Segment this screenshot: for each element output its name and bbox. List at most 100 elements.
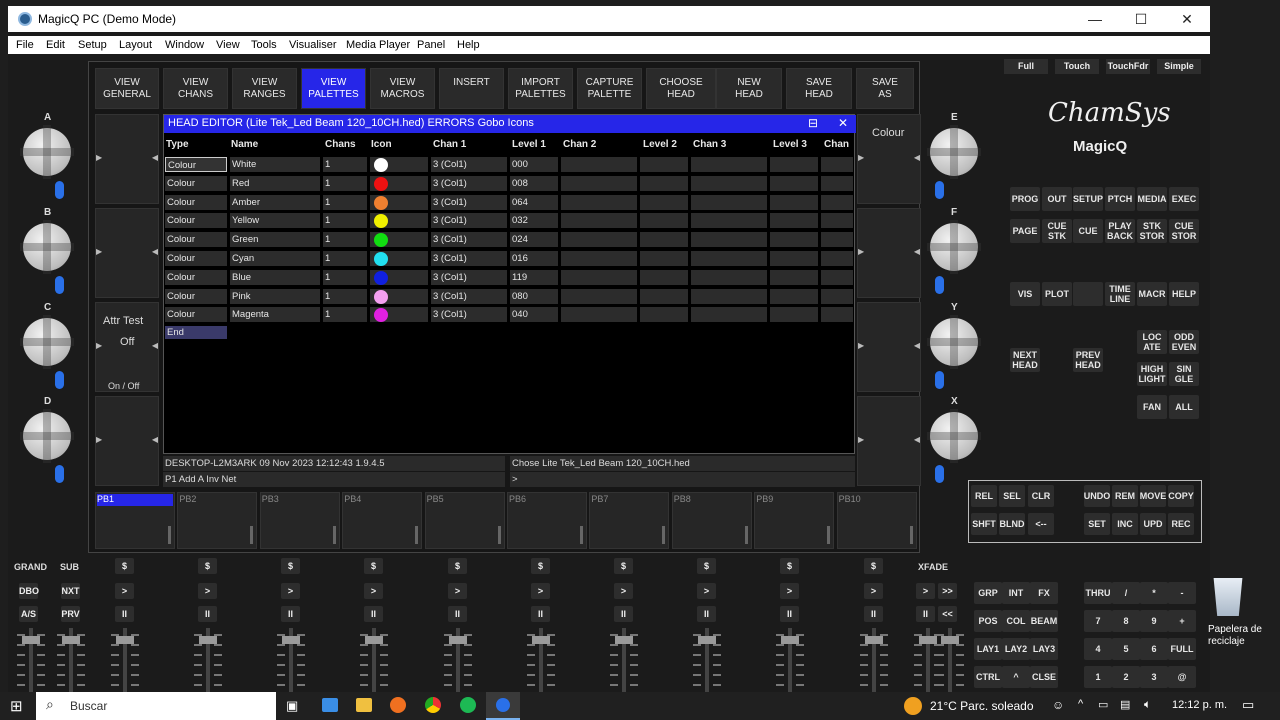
row-level2-cell[interactable] [640,288,688,304]
attribute-key[interactable]: POS [974,610,1002,632]
fader-go-button[interactable]: > [780,583,799,599]
programmer-button[interactable]: <-- [1028,513,1054,535]
row-chan1-cell[interactable]: 3 (Col1) [431,232,507,248]
dbo-button[interactable]: DBO [19,583,39,599]
row-name-cell[interactable]: Red [230,175,320,191]
row-level1-cell[interactable]: 032 [510,213,558,229]
row-chan1-cell[interactable]: 3 (Col1) [431,307,507,323]
fader-go-button[interactable]: > [448,583,467,599]
fader-cap[interactable] [941,636,959,644]
menu-tools[interactable]: Tools [251,39,277,51]
encoder-knob[interactable] [927,409,981,463]
menu-layout[interactable]: Layout [119,39,152,51]
console-button[interactable]: PLAY BACK [1105,219,1135,243]
console-button[interactable]: SIN GLE [1169,362,1199,386]
console-button[interactable]: CUE STOR [1169,219,1199,243]
close-editor-icon[interactable]: ✕ [838,116,848,130]
row-type-cell[interactable]: Colour [165,288,227,304]
recycle-bin-icon[interactable] [1213,578,1243,616]
view-general-button[interactable]: VIEW GENERAL [95,68,159,109]
row-chans-cell[interactable]: 1 [323,175,367,191]
row-level1-cell[interactable]: 000 [510,157,558,172]
col-chan2[interactable]: Chan 2 [563,139,596,150]
console-button[interactable]: PAGE [1010,219,1040,243]
row-chans-cell[interactable]: 1 [323,288,367,304]
row-chans-cell[interactable]: 1 [323,194,367,210]
row-chan2-cell[interactable] [561,175,637,191]
fader-cap[interactable] [365,636,383,644]
row-level1-cell[interactable]: 080 [510,288,558,304]
new-head-button[interactable]: NEW HEAD [716,68,782,109]
encoder-knob[interactable] [927,220,981,274]
row-chan4-cell[interactable] [821,232,853,248]
menu-media-player[interactable]: Media Player [346,39,410,51]
keypad-key[interactable]: FULL [1168,638,1196,660]
fader-s-button[interactable]: $ [364,558,383,574]
console-button[interactable]: ODD EVEN [1169,330,1199,354]
row-chan2-cell[interactable] [561,232,637,248]
row-chan4-cell[interactable] [821,288,853,304]
left-soft-button-1[interactable]: ▶ ◀ [95,114,159,204]
keypad-key[interactable]: 9 [1140,610,1168,632]
touch-button[interactable]: Touch [1055,59,1099,74]
row-level3-cell[interactable] [770,157,818,172]
console-button[interactable]: OUT [1042,187,1072,211]
console-button[interactable]: LOC ATE [1137,330,1167,354]
keypad-key[interactable]: * [1140,582,1168,604]
row-chan4-cell[interactable] [821,251,853,266]
attribute-key[interactable]: ^ [1002,666,1030,688]
row-chan4-cell[interactable] [821,213,853,229]
xfade-ff-button[interactable]: >> [938,583,957,599]
console-button[interactable]: NEXT HEAD [1010,348,1040,372]
playback-button[interactable]: PB1 [95,492,175,549]
fader-cap[interactable] [449,636,467,644]
minimize-button[interactable]: — [1072,6,1118,32]
programmer-button[interactable]: UNDO [1084,485,1110,507]
right-soft-button-4[interactable]: ▶ ◀ [857,396,921,486]
keypad-key[interactable]: 1 [1084,666,1112,688]
capture-palette-button[interactable]: CAPTURE PALETTE [577,68,642,109]
fader-pause-button[interactable]: II [115,606,134,622]
encoder-knob[interactable] [20,315,74,369]
left-soft-button-2[interactable]: ▶ ◀ [95,208,159,298]
save-head-button[interactable]: SAVE HEAD [786,68,852,109]
clock[interactable]: 12:12 p. m. [1172,699,1227,711]
fader-pause-button[interactable]: II [614,606,633,622]
row-level3-cell[interactable] [770,251,818,266]
row-chan2-cell[interactable] [561,194,637,210]
programmer-button[interactable]: MOVE [1140,485,1166,507]
mail-icon[interactable] [322,698,338,712]
programmer-button[interactable]: INC [1112,513,1138,535]
windows-start-icon[interactable]: ⊞ [10,697,23,715]
row-chan2-cell[interactable] [561,269,637,285]
fader-pause-button[interactable]: II [198,606,217,622]
col-name[interactable]: Name [231,139,258,150]
menu-panel[interactable]: Panel [417,39,445,51]
fader-cap[interactable] [865,636,883,644]
attribute-key[interactable]: LAY2 [1002,638,1030,660]
fader-cap[interactable] [781,636,799,644]
row-chan1-cell[interactable]: 3 (Col1) [431,194,507,210]
col-type[interactable]: Type [166,139,189,150]
row-chan2-cell[interactable] [561,213,637,229]
row-chans-cell[interactable]: 1 [323,213,367,229]
left-soft-button-4[interactable]: ▶ ◀ [95,396,159,486]
attribute-key[interactable]: BEAM [1030,610,1058,632]
attribute-key[interactable]: CLSE [1030,666,1058,688]
row-chan4-cell[interactable] [821,269,853,285]
fader-cap[interactable] [919,636,937,644]
row-chans-cell[interactable]: 1 [323,307,367,323]
fader-go-button[interactable]: > [364,583,383,599]
playback-button[interactable]: PB6 [507,492,587,549]
keypad-key[interactable]: THRU [1084,582,1112,604]
encoder-knob[interactable] [20,409,74,463]
row-chan3-cell[interactable] [691,175,767,191]
fader-pause-button[interactable]: II [780,606,799,622]
chrome-icon[interactable] [425,697,441,713]
fader-go-button[interactable]: > [198,583,217,599]
right-soft-button-3[interactable]: ▶ ◀ [857,302,921,392]
row-name-cell[interactable]: Green [230,232,320,248]
console-button[interactable]: VIS [1010,282,1040,306]
col-chan1[interactable]: Chan 1 [433,139,466,150]
programmer-button[interactable]: COPY [1168,485,1194,507]
